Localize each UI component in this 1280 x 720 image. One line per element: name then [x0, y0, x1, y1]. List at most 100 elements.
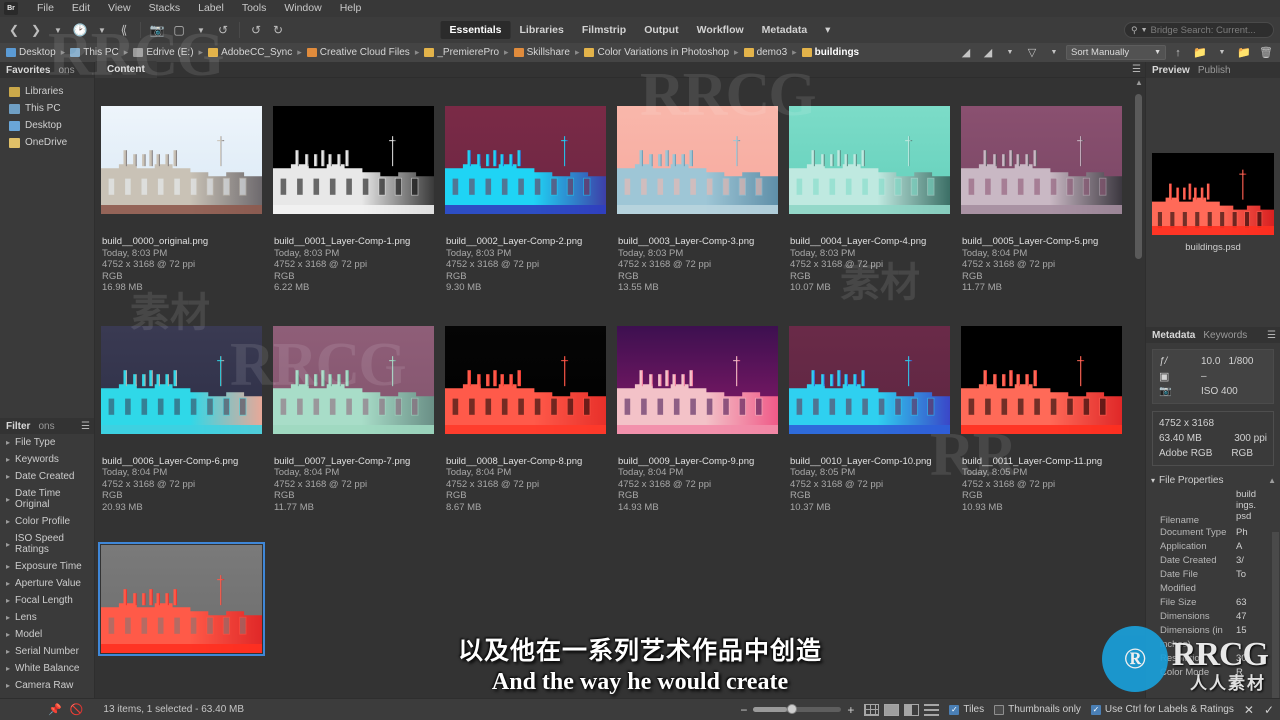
workspace-libraries[interactable]: Libraries: [510, 21, 572, 39]
filter-focal-length[interactable]: ▸ Focal Length: [0, 592, 94, 609]
filter-keywords[interactable]: ▸ Keywords: [0, 451, 94, 468]
sort-select[interactable]: Sort Manually ▼: [1066, 45, 1166, 60]
favorite-libraries[interactable]: Libraries: [0, 83, 94, 100]
thumbnail-cell[interactable]: [98, 525, 273, 685]
menu-edit[interactable]: Edit: [63, 0, 99, 17]
tab-folders[interactable]: ons: [58, 65, 82, 76]
right-panel-scrollbar[interactable]: [1272, 532, 1279, 698]
workspace-output[interactable]: Output: [635, 21, 687, 39]
workspace-filmstrip[interactable]: Filmstrip: [573, 21, 635, 39]
tab-favorites[interactable]: Favorites: [6, 65, 58, 76]
boomerang-icon[interactable]: ⟪: [114, 20, 134, 40]
favorite-desktop[interactable]: Desktop: [0, 117, 94, 134]
file-properties-header[interactable]: ▾ File Properties ▲: [1146, 475, 1280, 486]
filter-funnel-icon[interactable]: ▽: [1022, 44, 1042, 61]
back-icon[interactable]: ❮: [4, 20, 24, 40]
workspace-essentials[interactable]: Essentials: [440, 21, 511, 39]
tab-keywords[interactable]: Keywords: [1203, 330, 1255, 341]
rotate-counterclockwise-icon[interactable]: ↺: [246, 20, 266, 40]
get-photos-camera-icon[interactable]: 📷: [147, 20, 167, 40]
thumbnail-image[interactable]: [101, 106, 262, 214]
breadcrumb-item-4[interactable]: Creative Cloud Files: [306, 47, 410, 58]
checkbox-thumbnails-only-box[interactable]: [994, 704, 1005, 715]
tab-filter[interactable]: Filter: [6, 421, 38, 432]
filter-date-time-original[interactable]: ▸ Date Time Original: [0, 485, 94, 513]
thumbnail-image[interactable]: [273, 325, 434, 434]
tab-collections[interactable]: ons: [38, 421, 62, 432]
breadcrumb-item-3[interactable]: AdobeCC_Sync: [208, 47, 292, 58]
thumbnail-image[interactable]: [961, 106, 1122, 214]
thumbnail-cell[interactable]: build__0003_Layer-Comp-3.png Today, 8:03 …: [617, 86, 789, 306]
slider-knob[interactable]: [787, 704, 798, 714]
checkbox-tiles-box[interactable]: ✓: [949, 704, 960, 715]
filter-serial-number[interactable]: ▸ Serial Number: [0, 643, 94, 660]
tab-preview[interactable]: Preview: [1152, 65, 1198, 76]
checkbox-use-ctrl-box[interactable]: ✓: [1090, 704, 1101, 715]
thumbnail-image[interactable]: [273, 106, 434, 214]
thumbnail-image[interactable]: [961, 325, 1122, 434]
chevron-down-icon[interactable]: ▼: [48, 20, 68, 40]
thumbnail-cell[interactable]: build__0004_Layer-Comp-4.png Today, 8:03 …: [789, 86, 961, 306]
breadcrumb-item-6[interactable]: Skillshare: [513, 47, 570, 58]
checkbox-tiles[interactable]: ✓ Tiles: [949, 704, 984, 715]
open-recent-icon[interactable]: 📁: [1190, 44, 1210, 61]
breadcrumb-item-0[interactable]: Desktop: [6, 47, 56, 58]
forward-icon[interactable]: ❯: [26, 20, 46, 40]
tiles-view-icon[interactable]: [884, 703, 900, 716]
checkbox-use-ctrl[interactable]: ✓ Use Ctrl for Labels & Ratings: [1090, 704, 1234, 715]
new-folder-icon[interactable]: 📁: [1234, 44, 1254, 61]
filter-white-balance[interactable]: ▸ White Balance: [0, 660, 94, 677]
filter-exposure-time[interactable]: ▸ Exposure Time: [0, 558, 94, 575]
refine-icon[interactable]: ▢: [169, 20, 189, 40]
chevron-down-icon-5[interactable]: ▼: [1044, 44, 1064, 61]
breadcrumb-item-current[interactable]: buildings: [801, 47, 859, 58]
label-filter-icon[interactable]: ◢: [978, 44, 998, 61]
menu-file[interactable]: File: [28, 0, 63, 17]
slider-track[interactable]: [753, 704, 842, 714]
tab-publish[interactable]: Publish: [1198, 65, 1239, 76]
breadcrumb-item-7[interactable]: Color Variations in Photoshop: [584, 47, 729, 58]
zoom-in-button[interactable]: +: [847, 703, 854, 717]
collapse-caret-icon[interactable]: ▲: [1268, 476, 1280, 485]
menu-view[interactable]: View: [99, 0, 140, 17]
breadcrumb-item-2[interactable]: Edrive (E:): [133, 47, 194, 58]
thumbnail-image[interactable]: [617, 106, 778, 214]
thumbnail-cell[interactable]: build__0001_Layer-Comp-1.png Today, 8:03 …: [273, 86, 445, 306]
workspace-metadata[interactable]: Metadata: [753, 21, 817, 39]
filter-lens[interactable]: ▸ Lens: [0, 609, 94, 626]
thumbnail-image[interactable]: [617, 325, 778, 434]
thumbnail-image[interactable]: [445, 106, 606, 214]
filter-file-type[interactable]: ▸ File Type: [0, 434, 94, 451]
filter-aperture-value[interactable]: ▸ Aperture Value: [0, 575, 94, 592]
menu-tools[interactable]: Tools: [233, 0, 276, 17]
workspace-more-chevron-down-icon[interactable]: ▾: [816, 21, 839, 39]
open-in-camera-raw-icon[interactable]: ↺: [213, 20, 233, 40]
filter-model[interactable]: ▸ Model: [0, 626, 94, 643]
cancel-icon[interactable]: ✕: [1244, 703, 1254, 717]
menu-help[interactable]: Help: [331, 0, 371, 17]
thumbnail-image[interactable]: [98, 542, 265, 656]
chevron-down-icon-4[interactable]: ▼: [1000, 44, 1020, 61]
tab-content[interactable]: Content: [95, 61, 157, 78]
menu-stacks[interactable]: Stacks: [140, 0, 190, 17]
search-input[interactable]: ⚲ ▼ Bridge Search: Current...: [1124, 22, 1274, 38]
zoom-out-button[interactable]: −: [740, 703, 747, 717]
thumbnail-image[interactable]: [789, 325, 950, 434]
rating-filter-icon[interactable]: ◢: [956, 44, 976, 61]
thumbnail-cell[interactable]: build__0011_Layer-Comp-11.png Today, 8:05…: [961, 306, 1133, 526]
delete-trash-icon[interactable]: 🗑: [1256, 44, 1276, 61]
breadcrumb-item-1[interactable]: This PC: [70, 47, 119, 58]
thumbnail-cell[interactable]: build__0006_Layer-Comp-6.png Today, 8:04 …: [101, 306, 273, 526]
thumbnail-image[interactable]: [101, 325, 262, 434]
chevron-down-icon-2[interactable]: ▼: [92, 20, 112, 40]
preview-image[interactable]: [1152, 152, 1274, 235]
chevron-down-icon-3[interactable]: ▼: [191, 20, 211, 40]
menu-window[interactable]: Window: [275, 0, 330, 17]
metadata-panel-menu-icon[interactable]: ☰: [1267, 330, 1276, 341]
scrollbar-thumb[interactable]: [1135, 94, 1142, 259]
menu-label[interactable]: Label: [189, 0, 233, 17]
checkbox-thumbnails-only[interactable]: Thumbnails only: [994, 704, 1081, 715]
content-scrollbar[interactable]: ▲: [1135, 78, 1143, 694]
breadcrumb-item-8[interactable]: demo3: [743, 47, 787, 58]
thumbnail-cell[interactable]: build__0008_Layer-Comp-8.png Today, 8:04 …: [445, 306, 617, 526]
